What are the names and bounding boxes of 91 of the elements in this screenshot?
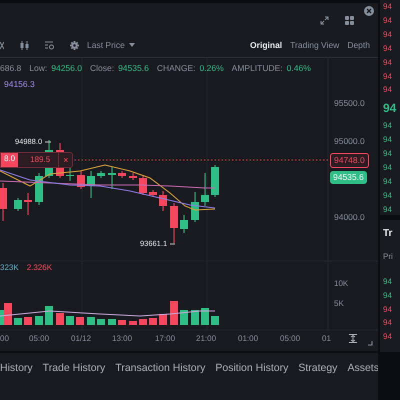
trade-price: 94 [383, 290, 393, 302]
stat-value: 0.46% [286, 64, 311, 72]
axis-label: 95500.0 [334, 99, 365, 108]
candle [0, 182, 7, 222]
axis-label: 95000.0 [334, 137, 365, 146]
candle [97, 170, 105, 178]
trade-price: 94 [383, 276, 393, 288]
bid-price: 94 [382, 162, 393, 174]
stat-label: Low: [29, 64, 48, 72]
stat-value: 0.26% [200, 64, 224, 72]
axis-label: 5K [334, 300, 344, 308]
axis-label: 01:00 [238, 335, 258, 343]
volume-value: 323K [0, 264, 19, 272]
bottom-tab[interactable]: Transaction History [115, 361, 206, 377]
candle [149, 190, 157, 198]
candle [170, 202, 178, 244]
candle [118, 170, 126, 178]
candle [159, 190, 167, 212]
ask-price: 94 [382, 56, 393, 69]
candle [139, 174, 147, 196]
axis-label: 05:00 [29, 335, 50, 343]
candle [129, 172, 137, 180]
bottom-tab[interactable]: History [0, 361, 33, 377]
view-tab[interactable]: Depth [347, 38, 370, 52]
axis-label: 94000.0 [334, 213, 365, 222]
bid-price: 94 [382, 204, 393, 216]
axis-label: 01/12 [71, 335, 92, 343]
caret-icon [128, 43, 135, 47]
bottom-tab[interactable]: Trade History [42, 361, 106, 377]
crosshair-icon[interactable] [0, 40, 4, 50]
settings-icon[interactable] [70, 40, 79, 50]
stat-value: 94256.0 [51, 64, 82, 72]
axis-label: 00 [0, 335, 9, 343]
bid-price: 94 [382, 120, 393, 132]
grid-icon[interactable] [345, 16, 354, 24]
ask-price: 94 [382, 42, 393, 55]
candle [77, 170, 85, 190]
candlestick-icon[interactable] [20, 40, 29, 50]
candle [87, 170, 95, 198]
bottom-tab[interactable]: Assets [347, 361, 379, 377]
view-tab[interactable]: Trading View [290, 38, 340, 52]
column-header: Pri [383, 251, 394, 263]
fit-scale-icon[interactable] [349, 334, 357, 343]
stat-label: AMPLITUDE: [232, 64, 283, 72]
stat-label: CHANGE: [156, 64, 196, 72]
bid-price: 94 [382, 148, 393, 160]
ask-price: 94 [382, 28, 393, 41]
expand-icon[interactable] [320, 16, 329, 24]
ask-price: 94 [382, 14, 393, 27]
panel-title: Tr [383, 227, 394, 241]
close-icon[interactable] [364, 6, 374, 16]
axis-label: 05:00 [280, 335, 300, 343]
trade-price: 94 [383, 317, 393, 330]
order-quantity: 189.5 [29, 156, 52, 164]
last-price-tag: 94535.6 [330, 171, 367, 184]
stat-value: 686.8 [0, 64, 22, 72]
stat-label: Close: [90, 64, 114, 72]
bid-price: 94 [382, 176, 393, 188]
candle [24, 192, 32, 216]
ask-price: 94 [382, 70, 393, 83]
candle [35, 172, 43, 206]
ask-price: 94 [382, 1, 393, 13]
candle [14, 198, 22, 212]
bid-price: 94 [382, 190, 393, 202]
cancel-order-button[interactable]: × [58, 153, 72, 167]
axis-label: 10K [334, 280, 348, 288]
bid-price: 94 [382, 134, 393, 146]
axis-label: 13:00 [112, 335, 132, 343]
moving-average-value: 94156.3 [4, 80, 35, 88]
candle [108, 166, 116, 190]
volume-value: 2.326K [26, 264, 52, 272]
trade-price: 94 [383, 304, 393, 316]
bottom-tab[interactable]: Strategy [298, 361, 338, 377]
view-tab[interactable]: Original [250, 38, 282, 52]
candle [191, 192, 199, 222]
candle [180, 214, 188, 234]
order-price: 8.0 [1, 153, 18, 167]
axis-label: 17:00 [155, 335, 176, 343]
axis-label: 01 [322, 335, 331, 343]
price-type-dropdown[interactable]: Last Price [87, 38, 135, 52]
stat-value: 94535.6 [118, 64, 149, 72]
candle [201, 172, 209, 206]
order-price-tag: 94748.0 [330, 153, 369, 168]
last-price: 94 [382, 100, 398, 118]
candle [211, 164, 219, 198]
ask-price: 94 [382, 84, 393, 96]
axis-label: 21:00 [196, 335, 216, 343]
trade-price: 94 [383, 331, 393, 344]
bottom-tab[interactable]: Position History [215, 361, 288, 377]
indicator-icon[interactable] [45, 40, 54, 50]
resize-handle-icon[interactable] [368, 340, 372, 346]
